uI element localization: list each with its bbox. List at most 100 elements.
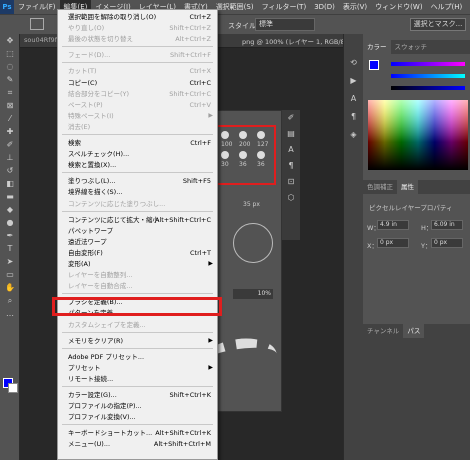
tab-color[interactable]: カラー — [363, 40, 391, 54]
move-tool-icon[interactable]: ✥ — [0, 34, 20, 47]
edit-menu-item-label: 境界線を描く(S)... — [68, 188, 123, 197]
edit-menu-dropdown: 選択範囲を解除の取り消し(O) Ctrl+Z やり直し(O) Shift+Ctrl+Z… — [57, 9, 218, 460]
blur-tool-icon[interactable]: ◆ — [0, 203, 20, 216]
eraser-tool-icon[interactable]: ◧ — [0, 177, 20, 190]
tab-properties[interactable]: 属性 — [397, 180, 418, 194]
crop-tool-icon[interactable]: ⌗ — [0, 86, 20, 99]
edit-menu-item-label: 検索と置換(X)... — [68, 161, 117, 170]
gradient-tool-icon[interactable]: ▬ — [0, 190, 20, 203]
highlight-box-define-brush — [52, 297, 222, 316]
path-select-tool-icon[interactable]: ➤ — [0, 255, 20, 268]
quick-select-tool-icon[interactable]: ✎ — [0, 73, 20, 86]
layers-icon[interactable]: ◈ — [344, 126, 363, 144]
edit-menu-item[interactable]: プロファイル変換(V)... — [58, 411, 217, 423]
history-brush-icon[interactable]: ↺ — [0, 164, 20, 177]
width-field[interactable]: 4.9 in — [377, 220, 409, 230]
tab-adjustments[interactable]: 色調補正 — [363, 180, 397, 194]
red-slider[interactable] — [391, 62, 465, 66]
pen-tool-icon[interactable]: ✒ — [0, 229, 20, 242]
tab-paths[interactable]: パス — [403, 324, 425, 338]
brush-spacing-field[interactable]: 10% — [233, 289, 273, 299]
menu-separator — [62, 210, 213, 212]
paragraph-icon[interactable]: ¶ — [344, 108, 363, 126]
edit-menu-item-label: レイヤーを自動整列... — [68, 271, 133, 280]
edit-menu-item-label: 変形(A) — [68, 260, 91, 268]
style-select[interactable]: 標準 — [255, 18, 315, 31]
shape-tool-icon[interactable]: ▭ — [0, 268, 20, 281]
dodge-tool-icon[interactable]: ● — [0, 216, 20, 229]
edit-menu-item[interactable]: リモート接続... — [58, 373, 217, 385]
lasso-tool-icon[interactable]: ◌ — [0, 60, 20, 73]
marquee-tool-icon[interactable]: ⬚ — [0, 47, 20, 60]
glyphs-icon[interactable]: ⊡ — [282, 174, 300, 190]
menu-filter[interactable]: フィルター(T) — [258, 0, 311, 14]
healing-tool-icon[interactable]: ✚ — [0, 125, 20, 138]
history-icon[interactable]: ⟲ — [344, 54, 363, 72]
hand-tool-icon[interactable]: ✋ — [0, 281, 20, 294]
edit-menu-item-label: 結合部分をコピー(Y) — [68, 89, 130, 98]
brush-tool-icon[interactable]: ✐ — [0, 138, 20, 151]
menu-separator — [62, 386, 213, 387]
menu-separator — [62, 331, 213, 333]
menu-window[interactable]: ウィンドウ(W) — [371, 0, 426, 14]
photoshop-logo-icon[interactable]: Ps — [0, 0, 14, 14]
edit-menu-item-label: 消去(E) — [68, 122, 91, 131]
tab-channels[interactable]: チャンネル — [363, 324, 403, 338]
brush-settings-icon[interactable]: ✐ — [282, 110, 300, 126]
edit-menu-item-label: Adobe PDF プリセット... — [68, 352, 145, 361]
brush-presets-icon[interactable]: ▤ — [282, 126, 300, 142]
document-tab-active[interactable]: png @ 100% (レイヤー 1, RGB/8) — [242, 36, 347, 46]
background-color-swatch[interactable] — [8, 383, 18, 393]
character-icon[interactable]: A — [282, 142, 300, 158]
character-icon[interactable]: A — [344, 90, 363, 108]
3d-icon[interactable]: ⬡ — [282, 190, 300, 206]
properties-panel-tabs: 色調補正 属性 — [363, 180, 470, 194]
menu-help[interactable]: ヘルプ(H) — [427, 0, 467, 14]
brush-angle-dial[interactable] — [233, 223, 273, 263]
edit-menu-item[interactable]: メモリをクリア(R) ▶ — [58, 335, 217, 347]
edit-menu-item-label: プロファイルの指定(P)... — [68, 402, 142, 411]
edit-menu-item[interactable]: 検索と置換(X)... — [58, 159, 217, 171]
menu-file[interactable]: ファイル(F) — [14, 0, 60, 14]
menu-view[interactable]: 表示(V) — [339, 0, 371, 14]
edit-menu-item-shortcut: Alt+Ctrl+Z — [175, 35, 211, 44]
edit-menu-item-label: プロファイル変換(V)... — [68, 413, 136, 422]
edit-menu-item-label: やり直し(O) — [68, 24, 105, 33]
edit-menu-item-label: キーボードショートカット... — [68, 429, 153, 438]
channels-panel-tabs: チャンネル パス — [363, 324, 470, 338]
edit-menu-item-label: メニュー(U)... — [68, 440, 111, 449]
green-slider[interactable] — [391, 74, 465, 78]
blue-slider[interactable] — [391, 86, 465, 90]
y-field[interactable]: 0 px — [431, 238, 463, 248]
actions-icon[interactable]: ▶ — [344, 72, 363, 90]
frame-tool-icon[interactable]: ⊠ — [0, 99, 20, 112]
edit-menu-item-label: スペルチェック(H)... — [68, 150, 130, 159]
submenu-arrow-icon: ▶ — [208, 336, 213, 344]
x-field[interactable]: 0 px — [377, 238, 409, 248]
height-field[interactable]: 6.09 in — [431, 220, 463, 230]
edit-menu-item: フェード(D)... Shift+Ctrl+F — [58, 49, 217, 61]
edit-menu-item-label: コピー(C) — [68, 78, 98, 87]
edit-menu-item[interactable]: メニュー(U)... Alt+Shift+Ctrl+M — [58, 438, 217, 450]
eyedropper-tool-icon[interactable]: ⁄ — [0, 112, 20, 125]
menu-separator — [62, 62, 213, 64]
menu-separator — [62, 424, 213, 426]
edit-menu-item-shortcut: Alt+Shift+Ctrl+M — [153, 440, 211, 449]
stamp-tool-icon[interactable]: ⊥ — [0, 151, 20, 164]
edit-menu-item-label: フェード(D)... — [68, 51, 111, 60]
type-tool-icon[interactable]: T — [0, 242, 20, 255]
edit-menu-item-label: 塗りつぶし(L)... — [68, 177, 116, 186]
marquee-option-icon[interactable] — [30, 18, 44, 30]
color-foreground-swatch[interactable] — [369, 60, 379, 70]
menu-select[interactable]: 選択範囲(S) — [212, 0, 258, 14]
menu-3d[interactable]: 3D(D) — [310, 0, 339, 14]
menu-separator — [62, 293, 213, 295]
edit-menu-item: カスタムシェイプを定義... — [58, 319, 217, 331]
tab-swatches[interactable]: スウォッチ — [391, 40, 432, 54]
more-tools-icon[interactable]: … — [0, 307, 20, 320]
edit-menu-item-label: プリセット — [68, 363, 101, 372]
paragraph-icon[interactable]: ¶ — [282, 158, 300, 174]
select-and-mask-button[interactable]: 選択とマスク... — [410, 18, 466, 31]
properties-panel: 色調補正 属性 ピクセルレイヤープロパティ W： 4.9 in H： 6.09 … — [363, 180, 470, 330]
zoom-tool-icon[interactable]: ⌕ — [0, 294, 20, 307]
